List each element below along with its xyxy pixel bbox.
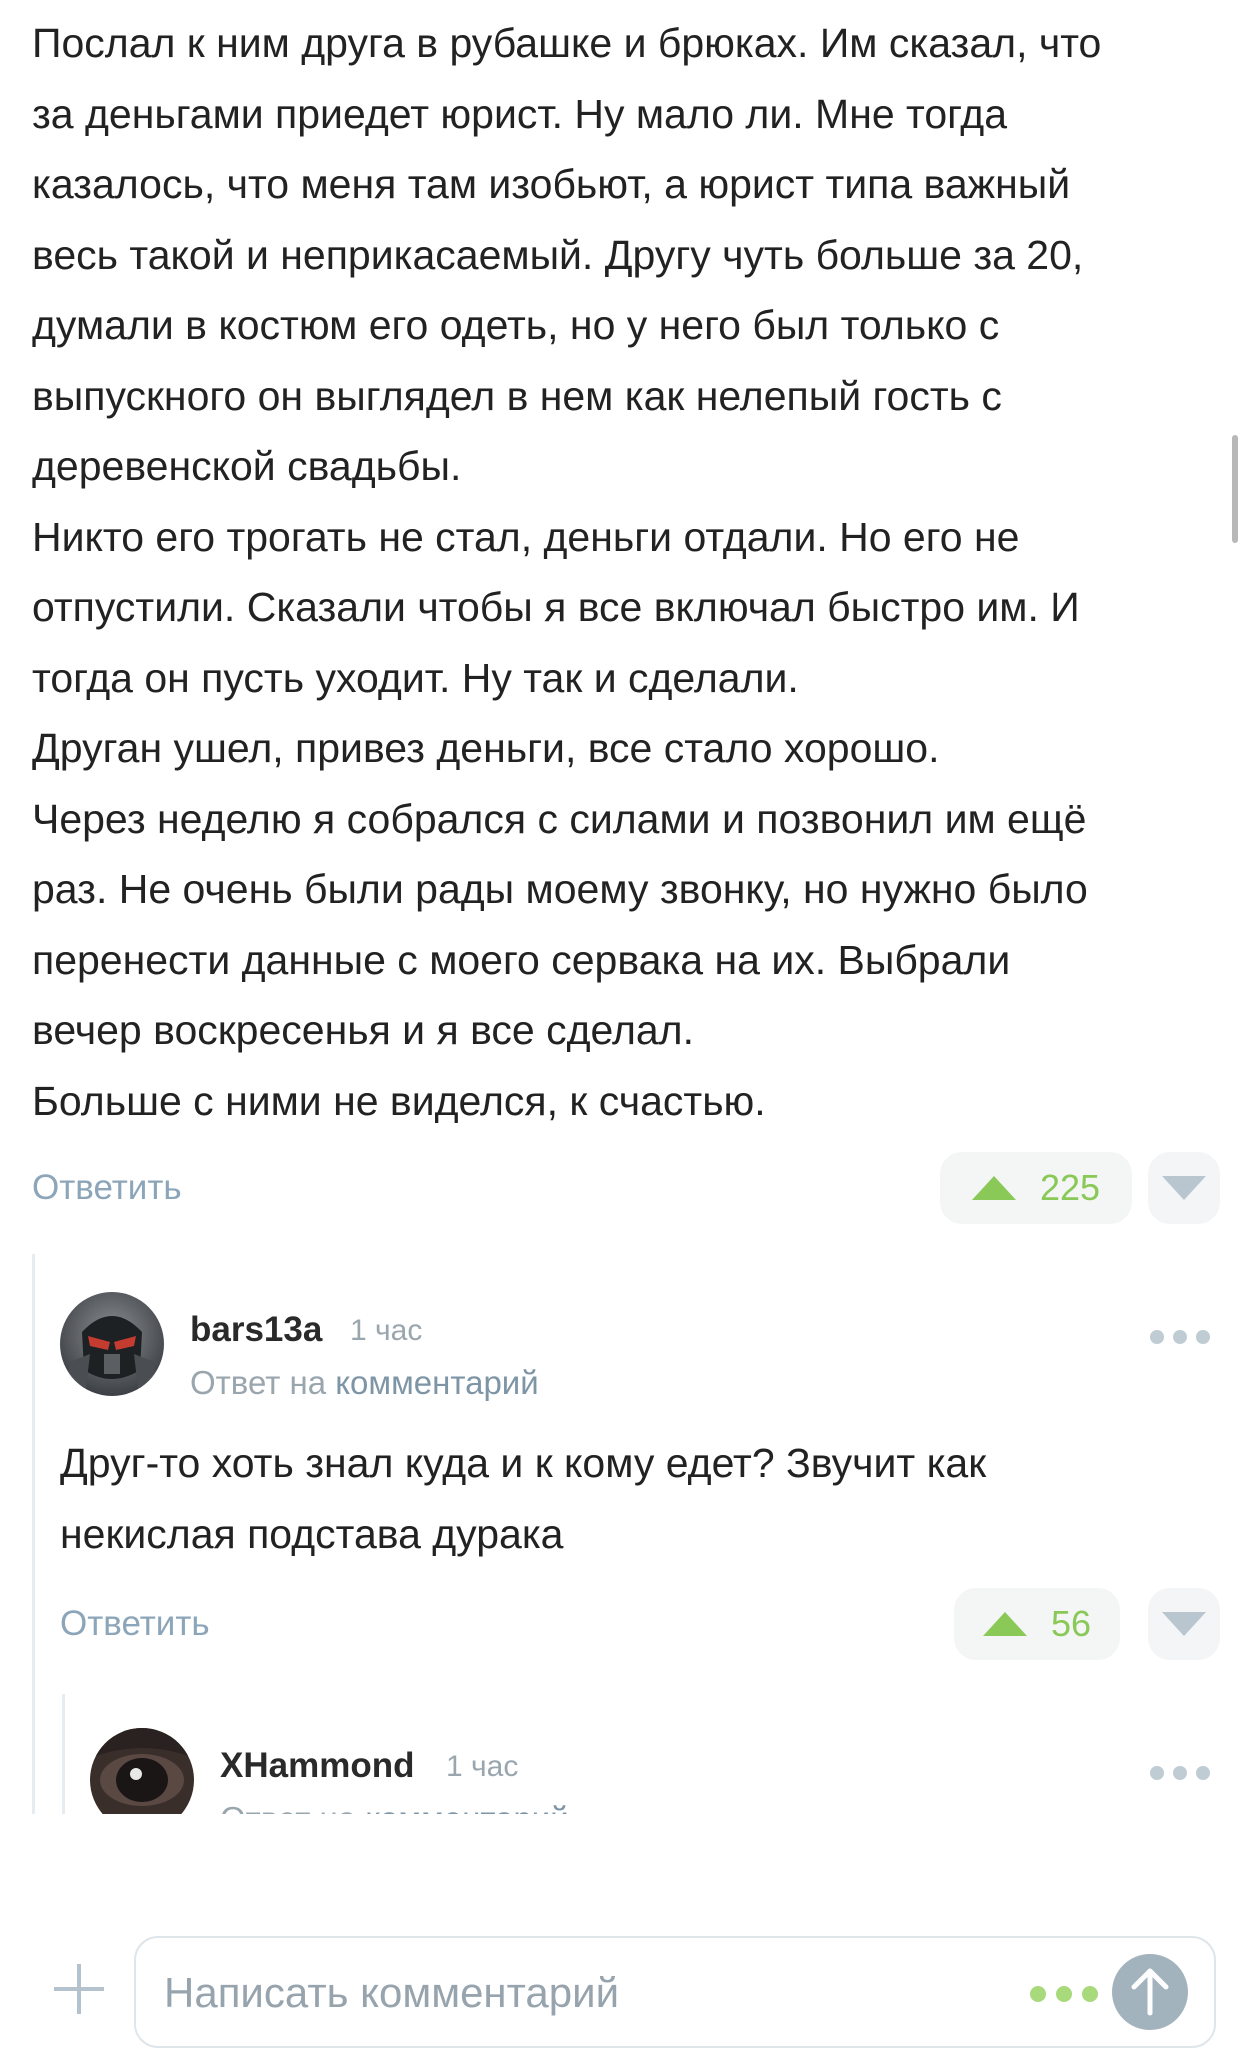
upvote-button[interactable]: 56 bbox=[954, 1588, 1120, 1660]
comment-line: Больше с ними не виделся, к счастью. bbox=[32, 1077, 766, 1124]
comment-line: думали в костюм его одеть, но у него был… bbox=[32, 302, 1000, 348]
upvote-button[interactable]: 225 bbox=[940, 1152, 1132, 1224]
comments-page: Послал к ним друга в рубашке и брюках. И… bbox=[0, 0, 1242, 2064]
comment-line: раз. Не очень были рады моему звонку, но… bbox=[32, 866, 1088, 912]
reply-to-link[interactable]: комментарий bbox=[365, 1800, 568, 1814]
comment-line: казалось, что меня там изобьют, а юрист … bbox=[32, 161, 1071, 207]
comment-time: 1 час bbox=[446, 1750, 519, 1783]
reply-to-link[interactable]: комментарий bbox=[335, 1364, 538, 1401]
comment-line: перенести данные с моего сервака на их. … bbox=[32, 936, 1011, 983]
more-dots-icon[interactable] bbox=[1030, 1986, 1098, 2002]
scrollbar[interactable] bbox=[1232, 435, 1238, 543]
reply-line: некислая подстава дурака bbox=[60, 1510, 564, 1557]
plus-icon[interactable] bbox=[50, 1960, 108, 2018]
helmet-avatar-icon bbox=[60, 1292, 164, 1396]
comment-line: отпустили. Сказали чтобы я все включал б… bbox=[32, 584, 1080, 630]
author-name[interactable]: XHammond bbox=[220, 1746, 414, 1786]
comment-line: Друган ушел, привез деньги, все стало хо… bbox=[32, 725, 940, 771]
comment-line: вечер воскресенья и я все сделал. bbox=[32, 1007, 694, 1053]
comment-line: Послал к ним друга в рубашке и брюках. И… bbox=[32, 20, 1102, 66]
reply-button[interactable]: Ответить bbox=[32, 1152, 182, 1224]
eye-avatar-icon bbox=[90, 1728, 194, 1814]
comment-line: Через неделю я собрался с силами и позво… bbox=[32, 795, 1087, 842]
avatar[interactable] bbox=[90, 1728, 194, 1814]
comment-line: Никто его трогать не стал, деньги отдали… bbox=[32, 513, 1020, 560]
downvote-button[interactable] bbox=[1148, 1588, 1220, 1660]
comment-actions: Ответить 225 bbox=[32, 1152, 1220, 1224]
comment-line: выпускного он выглядел в нем как нелепый… bbox=[32, 372, 1002, 419]
reply-to-prefix: Ответ на bbox=[220, 1800, 356, 1814]
avatar[interactable] bbox=[60, 1292, 164, 1396]
reply-to-prefix: Ответ на bbox=[190, 1364, 327, 1401]
score-count: 225 bbox=[1039, 1167, 1101, 1208]
reply-actions: Ответить 56 bbox=[60, 1588, 1220, 1660]
triangle-down-icon bbox=[1162, 1176, 1206, 1200]
send-button[interactable] bbox=[1112, 1954, 1188, 2030]
comment-text: Послал к ним друга в рубашке и брюках. И… bbox=[32, 8, 1212, 1136]
reply-button[interactable]: Ответить bbox=[60, 1588, 210, 1660]
triangle-up-icon bbox=[971, 1176, 1016, 1200]
more-dots-icon[interactable] bbox=[1150, 1766, 1210, 1780]
more-dots-icon[interactable] bbox=[1150, 1330, 1210, 1344]
comment-line: деревенской свадьбы. bbox=[32, 443, 462, 489]
reply-line: Друг-то хоть знал куда и к кому едет? Зв… bbox=[60, 1440, 987, 1486]
comment-input[interactable] bbox=[164, 1956, 964, 2030]
reply-to-label: Ответ на комментарий bbox=[190, 1364, 539, 1402]
comment-composer bbox=[134, 1936, 1216, 2048]
reply-header: XHammond 1 час Ответ на комментарий bbox=[90, 1728, 1220, 1814]
triangle-down-icon bbox=[1162, 1612, 1206, 1636]
thread-line bbox=[62, 1694, 65, 1814]
comment-line: за деньгами приедет юрист. Ну мало ли. М… bbox=[32, 90, 1007, 137]
score-count: 56 bbox=[1050, 1603, 1092, 1644]
thread-line bbox=[32, 1254, 35, 1814]
reply-to-label: Ответ на комментарий bbox=[220, 1800, 569, 1814]
arrow-up-icon bbox=[1131, 1968, 1169, 2016]
comment-time: 1 час bbox=[350, 1314, 423, 1347]
triangle-up-icon bbox=[982, 1612, 1027, 1636]
comment-line: тогда он пусть уходит. Ну так и сделали. bbox=[32, 654, 799, 701]
comment-line: весь такой и неприкасаемый. Другу чуть б… bbox=[32, 231, 1084, 278]
author-name[interactable]: bars13a bbox=[190, 1310, 322, 1350]
reply-header: bars13a 1 час Ответ на комментарий bbox=[60, 1292, 1220, 1402]
downvote-button[interactable] bbox=[1148, 1152, 1220, 1224]
reply-text: Друг-то хоть знал куда и к кому едет? Зв… bbox=[60, 1428, 1200, 1569]
